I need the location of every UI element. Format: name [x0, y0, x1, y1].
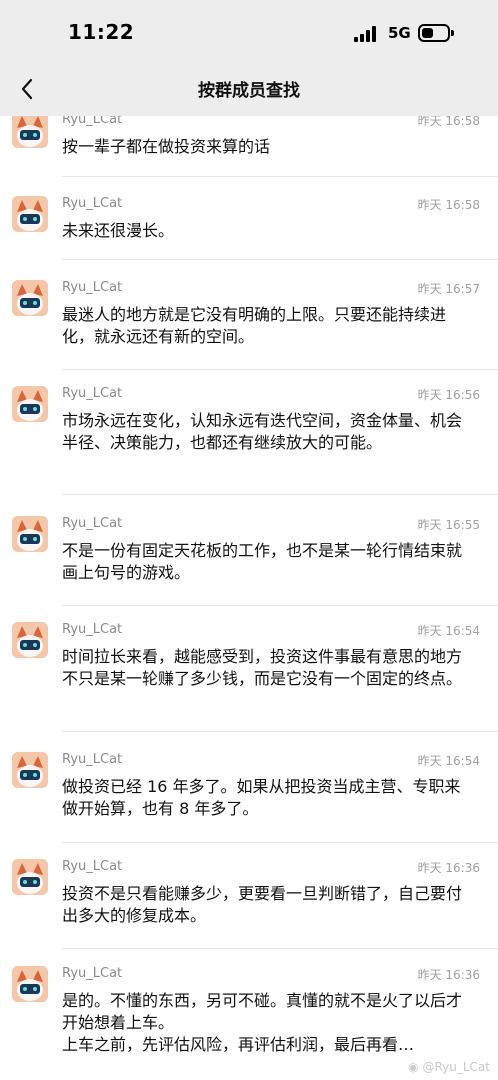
list-item[interactable]: Ryu_LCat 昨天 16:58 未来还很漫长。	[0, 188, 498, 274]
sender-name: Ryu_LCat	[62, 196, 123, 211]
message-text: 按一辈子都在做投资来算的话	[62, 137, 271, 156]
message-text: 市场永远在变化，认知永远有迭代空间，资金体量、机会半径、决策能力，也都还有继续放…	[62, 411, 463, 452]
avatar[interactable]	[12, 196, 48, 232]
battery-icon	[418, 24, 454, 42]
avatar[interactable]	[12, 966, 48, 1002]
divider	[62, 605, 498, 606]
divider	[62, 842, 498, 843]
message-time: 昨天 16:56	[417, 388, 480, 402]
network-type: 5G	[388, 24, 411, 42]
message-text: 最迷人的地方就是它没有明确的上限。只要还能持续进化，就永远还有新的空间。	[62, 305, 447, 346]
message-time: 昨天 16:57	[417, 282, 480, 296]
sender-name: Ryu_LCat	[62, 386, 123, 401]
message-time: 昨天 16:36	[417, 968, 480, 982]
divider	[62, 948, 498, 949]
avatar[interactable]	[12, 752, 48, 788]
page-title: 按群成员查找	[198, 81, 300, 101]
message-text: 不是一份有固定天花板的工作，也不是某一轮行情结束就画上句号的游戏。	[62, 541, 463, 582]
message-text: 是的。不懂的东西，另可不碰。真懂的就不是火了以后才开始想着上车。 上车之前，先评…	[62, 991, 463, 1054]
cellular-signal-icon	[354, 26, 380, 42]
avatar[interactable]	[12, 280, 48, 316]
avatar[interactable]	[12, 859, 48, 895]
avatar[interactable]	[12, 116, 48, 148]
sender-name: Ryu_LCat	[62, 116, 123, 127]
divider	[62, 494, 498, 495]
divider	[62, 176, 498, 177]
sender-name: Ryu_LCat	[62, 622, 123, 637]
list-item[interactable]: Ryu_LCat 昨天 16:57 最迷人的地方就是它没有明确的上限。只要还能持…	[0, 272, 498, 378]
list-item[interactable]: Ryu_LCat 昨天 16:58 按一辈子都在做投资来算的话	[0, 116, 498, 182]
divider	[62, 369, 498, 370]
list-item[interactable]: Ryu_LCat 昨天 16:54 时间拉长来看，越能感受到，投资这件事最有意思…	[0, 614, 498, 744]
avatar[interactable]	[12, 516, 48, 552]
avatar[interactable]	[12, 622, 48, 658]
status-time: 11:22	[68, 20, 135, 44]
message-time: 昨天 16:54	[417, 624, 480, 638]
message-text: 未来还很漫长。	[62, 221, 175, 240]
sender-name: Ryu_LCat	[62, 966, 123, 981]
sender-name: Ryu_LCat	[62, 859, 123, 874]
message-time: 昨天 16:36	[417, 861, 480, 875]
navigation-bar: 按群成员查找	[0, 66, 498, 116]
sender-name: Ryu_LCat	[62, 516, 123, 531]
message-time: 昨天 16:58	[417, 116, 480, 128]
avatar[interactable]	[12, 386, 48, 422]
message-text: 做投资已经 16 年多了。如果从把投资当成主营、专职来做开始算，也有 8 年多了…	[62, 777, 461, 818]
sender-name: Ryu_LCat	[62, 752, 123, 767]
watermark-text: @Ryu_LCat	[422, 1060, 490, 1074]
status-bar: 11:22 5G	[0, 0, 498, 66]
sender-name: Ryu_LCat	[62, 280, 123, 295]
weibo-logo-icon: ◉	[408, 1060, 419, 1074]
message-time: 昨天 16:58	[417, 198, 480, 212]
list-item[interactable]: Ryu_LCat 昨天 16:54 做投资已经 16 年多了。如果从把投资当成主…	[0, 744, 498, 854]
message-text: 投资不是只看能赚多少，更要看一旦判断错了，自己要付出多大的修复成本。	[62, 884, 463, 925]
message-list[interactable]: Ryu_LCat 昨天 16:58 按一辈子都在做投资来算的话 Ryu_LCat…	[0, 116, 498, 1080]
list-item[interactable]: Ryu_LCat 昨天 16:36 投资不是只看能赚多少，更要看一旦判断错了，自…	[0, 851, 498, 961]
divider	[62, 731, 498, 732]
message-time: 昨天 16:54	[417, 754, 480, 768]
divider	[62, 259, 498, 260]
watermark: ◉ @Ryu_LCat	[408, 1060, 490, 1074]
list-item[interactable]: Ryu_LCat 昨天 16:56 市场永远在变化，认知永远有迭代空间，资金体量…	[0, 378, 498, 508]
list-item[interactable]: Ryu_LCat 昨天 16:55 不是一份有固定天花板的工作，也不是某一轮行情…	[0, 508, 498, 616]
message-text: 时间拉长来看，越能感受到，投资这件事最有意思的地方不只是某一轮赚了多少钱，而是它…	[62, 647, 463, 688]
message-time: 昨天 16:55	[417, 518, 480, 532]
